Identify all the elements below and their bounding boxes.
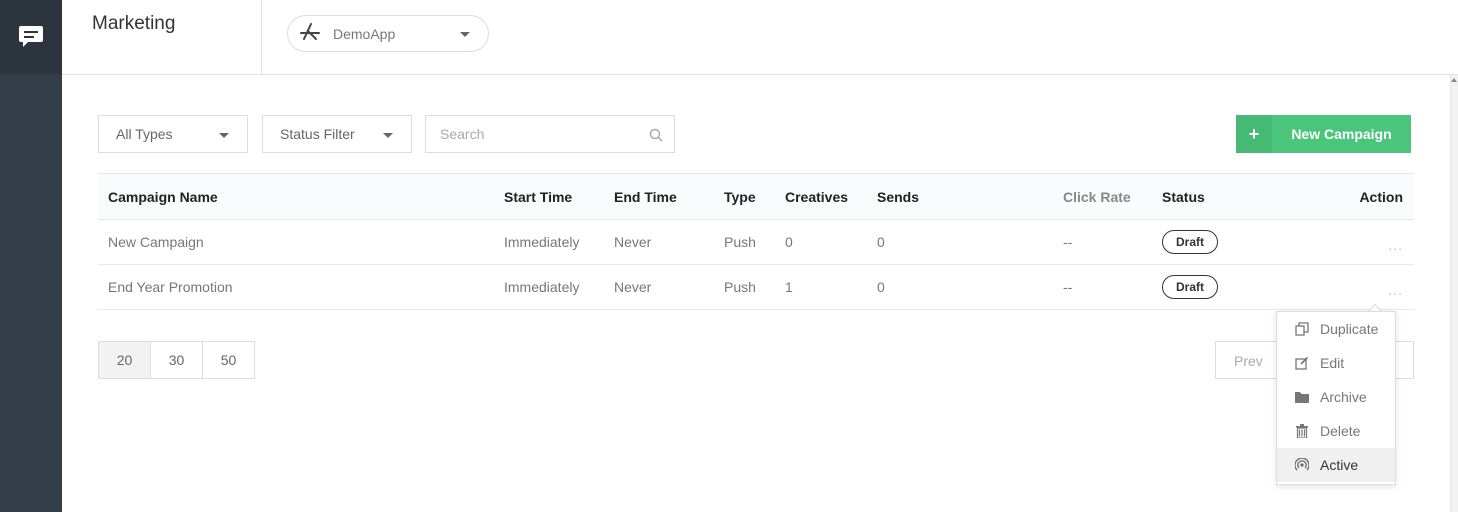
edit-icon xyxy=(1294,356,1310,370)
status-filter-label: Status Filter xyxy=(280,126,355,142)
menu-item-label: Active xyxy=(1320,457,1359,473)
sends-count: 0 xyxy=(877,234,885,250)
campaign-table: Campaign Name Start Time End Time Type C… xyxy=(98,173,1414,310)
new-campaign-button[interactable]: + New Campaign xyxy=(1236,115,1411,153)
status-badge: Draft xyxy=(1162,230,1219,254)
menu-item-label: Archive xyxy=(1320,389,1367,405)
search-box xyxy=(425,115,675,153)
menu-item-archive[interactable]: Archive xyxy=(1277,380,1395,414)
scrollbar[interactable] xyxy=(1450,75,1458,512)
sends-count: 0 xyxy=(877,279,885,295)
page-size-option[interactable]: 30 xyxy=(150,341,203,379)
column-header[interactable]: Sends xyxy=(877,174,919,219)
scroll-up-icon[interactable] xyxy=(1451,78,1457,82)
chevron-down-icon xyxy=(460,32,470,37)
prev-page-button[interactable]: Prev xyxy=(1234,353,1263,369)
more-options-icon[interactable]: ... xyxy=(1388,282,1403,298)
column-header[interactable]: Type xyxy=(724,174,756,219)
campaign-name[interactable]: End Year Promotion xyxy=(108,265,233,309)
click-rate: -- xyxy=(1063,279,1073,295)
creatives-count: 0 xyxy=(785,234,793,250)
column-header: Action xyxy=(1359,188,1403,205)
column-header[interactable]: Click Rate xyxy=(1063,174,1131,219)
click-rate: -- xyxy=(1063,234,1073,250)
page-size-selector: 20 30 50 xyxy=(98,341,255,379)
broadcast-icon xyxy=(1294,458,1310,472)
action-cell: ... xyxy=(1388,220,1403,264)
end-time: Never xyxy=(614,234,652,250)
page-size-option[interactable]: 50 xyxy=(202,341,255,379)
column-header[interactable]: Status xyxy=(1162,174,1205,219)
column-header[interactable]: Start Time xyxy=(504,174,572,219)
column-header[interactable]: End Time xyxy=(614,174,677,219)
column-header[interactable]: Creatives xyxy=(785,174,848,219)
status-filter-dropdown[interactable]: Status Filter xyxy=(262,115,412,153)
top-header: Marketing DemoApp xyxy=(62,0,1458,75)
page-title: Marketing xyxy=(92,13,176,34)
more-options-icon[interactable]: ... xyxy=(1388,237,1403,253)
search-icon[interactable] xyxy=(649,128,663,147)
table-row[interactable]: End Year Promotion Immediately Never Pus… xyxy=(98,265,1414,310)
status-cell: Draft xyxy=(1162,220,1219,264)
start-time: Immediately xyxy=(504,234,580,250)
type-filter-dropdown[interactable]: All Types xyxy=(98,115,248,153)
type-filter-label: All Types xyxy=(116,126,173,142)
search-input[interactable] xyxy=(426,116,674,152)
trash-icon xyxy=(1294,424,1310,438)
app-name: DemoApp xyxy=(333,25,396,42)
menu-item-label: Duplicate xyxy=(1320,321,1379,337)
campaign-type: Push xyxy=(724,234,756,250)
header-divider xyxy=(261,0,262,74)
app-selector[interactable]: DemoApp xyxy=(287,15,489,52)
menu-item-duplicate[interactable]: Duplicate xyxy=(1277,312,1395,346)
menu-item-label: Delete xyxy=(1320,423,1361,439)
chat-logo-icon[interactable] xyxy=(0,0,62,74)
plus-icon: + xyxy=(1236,115,1272,153)
table-row[interactable]: New Campaign Immediately Never Push 0 0 … xyxy=(98,220,1414,265)
chevron-down-icon xyxy=(383,133,393,138)
page-size-option[interactable]: 20 xyxy=(98,341,151,379)
action-context-menu: Duplicate Edit Archive Delete Active xyxy=(1276,311,1396,485)
table-header: Campaign Name Start Time End Time Type C… xyxy=(98,173,1414,220)
menu-item-label: Edit xyxy=(1320,355,1345,371)
status-badge: Draft xyxy=(1162,275,1219,299)
duplicate-icon xyxy=(1294,322,1310,336)
menu-item-delete[interactable]: Delete xyxy=(1277,414,1395,448)
sidebar xyxy=(0,0,62,512)
start-time: Immediately xyxy=(504,279,580,295)
menu-item-edit[interactable]: Edit xyxy=(1277,346,1395,380)
folder-icon xyxy=(1294,391,1310,403)
action-cell: ... xyxy=(1388,265,1403,309)
status-cell: Draft xyxy=(1162,265,1219,309)
column-header[interactable]: Campaign Name xyxy=(108,174,218,219)
campaign-type: Push xyxy=(724,279,756,295)
creatives-count: 1 xyxy=(785,279,793,295)
campaign-name[interactable]: New Campaign xyxy=(108,220,204,264)
menu-item-active[interactable]: Active xyxy=(1277,448,1395,482)
new-campaign-label: New Campaign xyxy=(1291,126,1392,142)
end-time: Never xyxy=(614,279,652,295)
app-store-icon xyxy=(298,21,322,46)
chevron-down-icon xyxy=(219,133,229,138)
